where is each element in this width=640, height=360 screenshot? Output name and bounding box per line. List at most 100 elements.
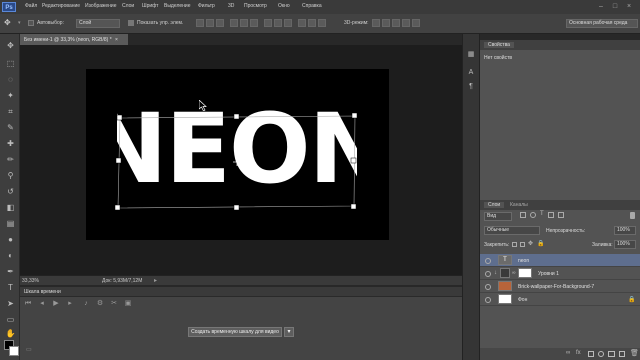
menu-help[interactable]: Справка (302, 3, 322, 9)
layer-row-background[interactable]: Фон 🔒 (480, 293, 640, 306)
brush-tool-icon[interactable]: ✏ (5, 154, 16, 165)
layers-tab[interactable]: Слои (484, 202, 505, 208)
layer-row-neon[interactable]: T neon (480, 254, 640, 267)
3d-roll-icon[interactable] (382, 19, 390, 27)
clone-stamp-icon[interactable]: ⚲ (5, 170, 16, 181)
filter-pixel-icon[interactable] (520, 212, 526, 218)
magic-wand-icon[interactable]: ✦ (5, 90, 16, 101)
lock-all-icon[interactable]: 🔒 (537, 240, 544, 247)
3d-rotate-icon[interactable] (372, 19, 380, 27)
lock-pixels-icon[interactable] (520, 242, 525, 247)
menu-window[interactable]: Окно (278, 3, 290, 9)
layer-name[interactable]: neon (518, 258, 529, 264)
filter-toggle-icon[interactable] (630, 212, 635, 219)
blur-tool-icon[interactable]: ● (5, 234, 16, 245)
new-layer-icon[interactable] (619, 351, 625, 357)
distribute-icon[interactable] (318, 19, 326, 27)
arrow-right-icon[interactable]: ▸ (154, 277, 157, 284)
layer-name[interactable]: Brick-wallpaper-For-Background-7 (518, 284, 594, 290)
dodge-tool-icon[interactable]: ◐ (5, 250, 16, 261)
workspace-dropdown[interactable]: Основная рабочая среда (566, 19, 638, 28)
new-adjustment-icon[interactable] (598, 351, 604, 357)
prev-frame-icon[interactable]: ◂ (38, 300, 46, 308)
close-window-button[interactable]: × (624, 3, 634, 11)
align-right-icon[interactable] (250, 19, 258, 27)
layer-filter-dropdown[interactable]: Вид (484, 212, 512, 221)
blend-mode-dropdown[interactable]: Обычные (484, 226, 540, 235)
hand-tool-icon[interactable]: ✋ (5, 328, 16, 339)
history-icon[interactable]: ▦ (466, 50, 476, 60)
play-icon[interactable]: ▶ (52, 300, 60, 308)
eye-icon[interactable] (485, 258, 491, 264)
fill-input[interactable]: 100% (614, 240, 636, 249)
eye-icon[interactable] (485, 284, 491, 290)
opacity-input[interactable]: 100% (614, 226, 636, 235)
filter-adjustment-icon[interactable] (530, 212, 536, 218)
layer-row-brick[interactable]: Brick-wallpaper-For-Background-7 (480, 280, 640, 293)
align-hcenter-icon[interactable] (240, 19, 248, 27)
document-tab[interactable]: Без имени-1 @ 33,3% (neon, RGB/8) * × (20, 34, 128, 45)
menu-type[interactable]: Шрифт (142, 3, 158, 9)
layer-name[interactable]: Уровни 1 (538, 271, 559, 277)
trash-icon[interactable]: 🗑 (630, 349, 639, 357)
first-frame-icon[interactable]: ⏮ (24, 300, 32, 308)
lock-position-icon[interactable]: ✥ (528, 240, 533, 247)
align-top-icon[interactable] (196, 19, 204, 27)
healing-brush-icon[interactable]: ✚ (5, 138, 16, 149)
distribute-icon[interactable] (264, 19, 272, 27)
autoselect-checkbox[interactable] (28, 20, 34, 26)
layer-name[interactable]: Фон (518, 297, 527, 303)
audio-icon[interactable]: ♪ (82, 300, 90, 308)
layer-mask-thumbnail[interactable] (518, 268, 532, 278)
link-layers-icon[interactable]: ∞ (566, 350, 570, 356)
add-mask-icon[interactable] (588, 351, 594, 357)
minimize-button[interactable]: – (596, 3, 606, 11)
gradient-tool-icon[interactable]: ▤ (5, 218, 16, 229)
type-tool-icon[interactable]: T (5, 282, 16, 293)
move-tool-icon[interactable]: ✥ (4, 18, 11, 27)
eye-icon[interactable] (485, 271, 491, 277)
align-left-icon[interactable] (230, 19, 238, 27)
fx-icon[interactable]: fx (576, 350, 581, 356)
align-bottom-icon[interactable] (216, 19, 224, 27)
paragraph-icon[interactable]: ¶ (466, 82, 476, 92)
menu-3d[interactable]: 3D (228, 3, 234, 9)
film-icon[interactable]: ▭ (26, 346, 32, 353)
rectangle-tool-icon[interactable]: ▭ (5, 314, 16, 325)
show-transform-checkbox[interactable] (128, 20, 134, 26)
transform-bounding-box[interactable] (110, 108, 365, 216)
properties-tab[interactable]: Свойства (484, 42, 514, 48)
create-video-timeline-button[interactable]: Создать временную шкалу для видео (188, 327, 282, 337)
zoom-level[interactable]: 33,33% (22, 278, 39, 284)
menu-view[interactable]: Просмотр (244, 3, 267, 9)
character-icon[interactable]: A (466, 68, 476, 78)
distribute-icon[interactable] (298, 19, 306, 27)
3d-scale-icon[interactable] (412, 19, 420, 27)
autoselect-dropdown[interactable]: Слой (76, 19, 120, 28)
eyedropper-icon[interactable]: ✎ (5, 122, 16, 133)
split-icon[interactable]: ✂ (110, 300, 118, 308)
filter-type-icon[interactable]: T (540, 211, 544, 217)
chevron-down-icon[interactable]: ▾ (284, 327, 294, 337)
menu-select[interactable]: Выделение (164, 3, 191, 9)
crop-tool-icon[interactable]: ⌗ (5, 106, 16, 117)
distribute-icon[interactable] (274, 19, 282, 27)
filter-shape-icon[interactable] (548, 212, 554, 218)
transition-icon[interactable]: ▣ (124, 300, 132, 308)
close-icon[interactable]: × (115, 37, 118, 43)
pen-tool-icon[interactable]: ✒ (5, 266, 16, 277)
menu-layers[interactable]: Слои (122, 3, 134, 9)
3d-slide-icon[interactable] (402, 19, 410, 27)
align-vcenter-icon[interactable] (206, 19, 214, 27)
move-tool-icon[interactable]: ✥ (5, 40, 16, 51)
eraser-tool-icon[interactable]: ◧ (5, 202, 16, 213)
menu-edit[interactable]: Редактирование (42, 3, 80, 9)
eye-icon[interactable] (485, 297, 491, 303)
channels-tab[interactable]: Каналы (510, 202, 528, 208)
next-frame-icon[interactable]: ▸ (66, 300, 74, 308)
maximize-button[interactable]: □ (610, 3, 620, 11)
settings-icon[interactable]: ⚙ (96, 300, 104, 308)
marquee-tool-icon[interactable]: ⬚ (5, 58, 16, 69)
history-brush-icon[interactable]: ↺ (5, 186, 16, 197)
layer-row-levels[interactable]: ↓ ∞ Уровни 1 (480, 267, 640, 280)
